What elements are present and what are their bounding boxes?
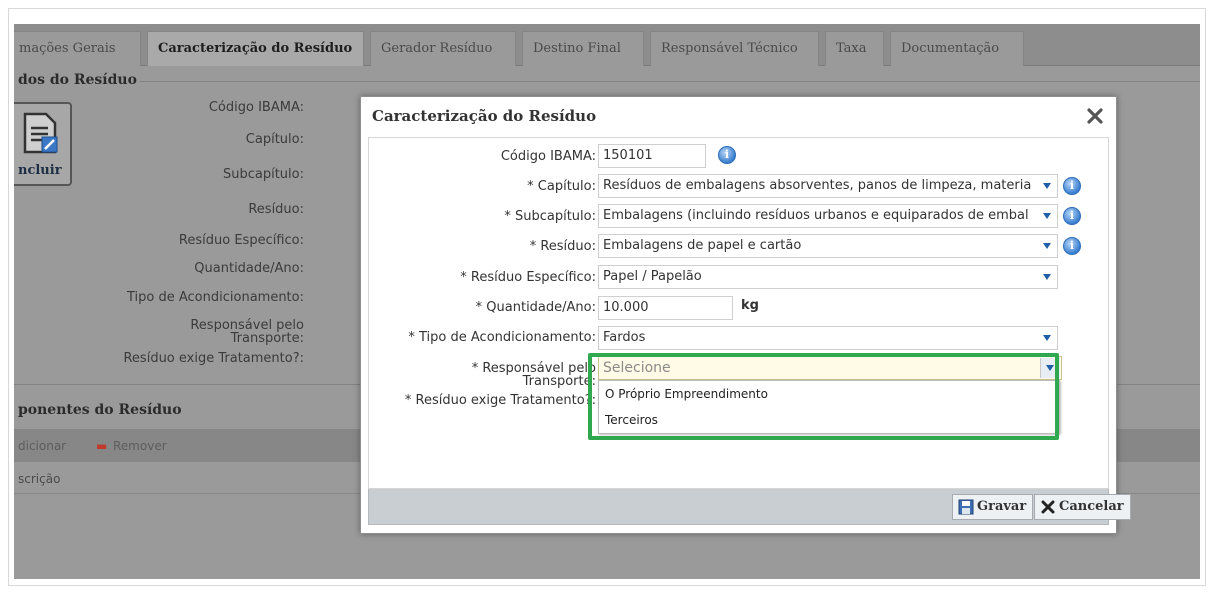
divider [140, 81, 1200, 82]
cancelar-label: Cancelar [1059, 499, 1124, 514]
codigo-ibama-input[interactable]: 150101 [598, 144, 706, 168]
residuo-value: Embalagens de papel e cartão [603, 238, 802, 253]
dialog-body: Código IBAMA: * Capítulo: * Subcapítulo:… [368, 137, 1109, 489]
dropdown-option-terceiros[interactable]: Terceiros [599, 407, 1059, 433]
cancelar-button[interactable]: Cancelar [1034, 494, 1131, 520]
subcapitulo-value: Embalagens (incluindo resíduos urbanos e… [603, 208, 1029, 223]
dialog-footer: Gravar Cancelar [368, 489, 1131, 525]
tab-informacoes-gerais[interactable]: mações Gerais [14, 31, 141, 66]
caracterizacao-dialog: Caracterização do Resíduo Código IBAMA: … [360, 96, 1131, 534]
label-residuo: * Resíduo: [529, 239, 596, 254]
label-column: Código IBAMA: * Capítulo: * Subcapítulo:… [369, 138, 596, 488]
tab-bar: mações Gerais Caracterização do Resíduo … [14, 24, 1200, 66]
column-header-descricao[interactable]: scrição [18, 472, 60, 486]
label-quantidade-ano: * Quantidade/Ano: [475, 300, 596, 315]
info-icon[interactable]: i [1063, 207, 1081, 225]
bg-label-codigo: Código IBAMA: [208, 100, 304, 115]
tab-gerador-residuo[interactable]: Gerador Resíduo [370, 31, 516, 66]
cancel-x-icon [1041, 500, 1055, 514]
remover-button[interactable]: Remover [113, 439, 167, 453]
dropdown-toggle-button[interactable] [1040, 358, 1060, 378]
incluir-label: ncluir [18, 163, 62, 178]
tab-taxa[interactable]: Taxa [825, 31, 884, 66]
quantidade-ano-input[interactable]: 10.000 [598, 296, 733, 320]
bg-label-tratamento: Resíduo exige Tratamento?: [123, 351, 304, 366]
bg-label-acondicionamento: Tipo de Acondicionamento: [127, 290, 304, 305]
dialog-title: Caracterização do Resíduo [372, 107, 597, 125]
label-codigo-ibama: Código IBAMA: [500, 149, 596, 164]
tab-destino-final[interactable]: Destino Final [522, 31, 644, 66]
residuo-select[interactable]: Embalagens de papel e cartão [598, 234, 1058, 258]
subcapitulo-select[interactable]: Embalagens (incluindo resíduos urbanos e… [598, 204, 1058, 228]
chevron-down-icon [1043, 274, 1051, 280]
tab-documentacao[interactable]: Documentação [890, 31, 1024, 66]
capitulo-value: Resíduos de embalagens absorventes, pano… [603, 178, 1032, 193]
residuo-especifico-select[interactable]: Papel / Papelão [598, 265, 1058, 289]
capitulo-select[interactable]: Resíduos de embalagens absorventes, pano… [598, 174, 1058, 198]
chevron-down-icon [1043, 183, 1051, 189]
bg-label-subcapitulo: Subcapítulo: [222, 167, 304, 182]
remove-icon: ▬ [96, 439, 108, 453]
label-tipo-acondicionamento: * Tipo de Acondicionamento: [408, 330, 596, 345]
incluir-button[interactable]: ncluir [14, 102, 72, 186]
chevron-down-icon [1043, 335, 1051, 341]
section-title-dados: dos do Resíduo [18, 72, 137, 88]
responsavel-transporte-select[interactable]: Selecione [598, 356, 1062, 380]
save-icon [958, 499, 974, 515]
dialog-header: Caracterização do Resíduo [361, 97, 1116, 137]
info-icon[interactable]: i [718, 146, 736, 164]
label-capitulo: * Capítulo: [527, 179, 596, 194]
chevron-down-icon [1043, 213, 1051, 219]
bg-label-quantidade: Quantidade/Ano: [194, 261, 304, 276]
tipo-acondicionamento-select[interactable]: Fardos [598, 326, 1058, 350]
tab-caracterizacao[interactable]: Caracterização do Resíduo [147, 31, 364, 66]
dropdown-options-list: O Próprio Empreendimento Terceiros [598, 380, 1060, 434]
label-residuo-especifico: * Resíduo Específico: [460, 270, 596, 285]
chevron-down-icon [1046, 365, 1054, 371]
adicionar-button[interactable]: dicionar [18, 439, 66, 453]
bg-label-especifico: Resíduo Específico: [178, 233, 304, 248]
label-residuo-exige-tratamento: * Resíduo exige Tratamento?: [404, 393, 596, 408]
bg-label-residuo: Resíduo: [248, 202, 304, 217]
residuo-especifico-value: Papel / Papelão [603, 269, 702, 284]
gravar-button[interactable]: Gravar [952, 494, 1034, 520]
gravar-label: Gravar [977, 499, 1027, 514]
info-icon[interactable]: i [1063, 177, 1081, 195]
info-icon[interactable]: i [1063, 237, 1081, 255]
label-responsavel-transporte-2: Transporte: [522, 374, 596, 389]
label-subcapitulo: * Subcapítulo: [504, 209, 596, 224]
tab-responsavel-tecnico[interactable]: Responsável Técnico [650, 31, 819, 66]
document-edit-icon [23, 112, 58, 154]
dropdown-option-proprio-empreendimento[interactable]: O Próprio Empreendimento [599, 381, 1059, 407]
bg-label-capitulo: Capítulo: [245, 132, 304, 147]
close-icon[interactable] [1086, 107, 1104, 125]
tipo-acondicionamento-value: Fardos [603, 330, 646, 345]
bg-label-transporte: Responsável pelo Transporte: [190, 318, 304, 346]
unit-kg: kg [741, 298, 759, 313]
select-placeholder: Selecione [603, 360, 671, 376]
chevron-down-icon [1043, 243, 1051, 249]
components-title: ponentes do Resíduo [18, 402, 182, 418]
